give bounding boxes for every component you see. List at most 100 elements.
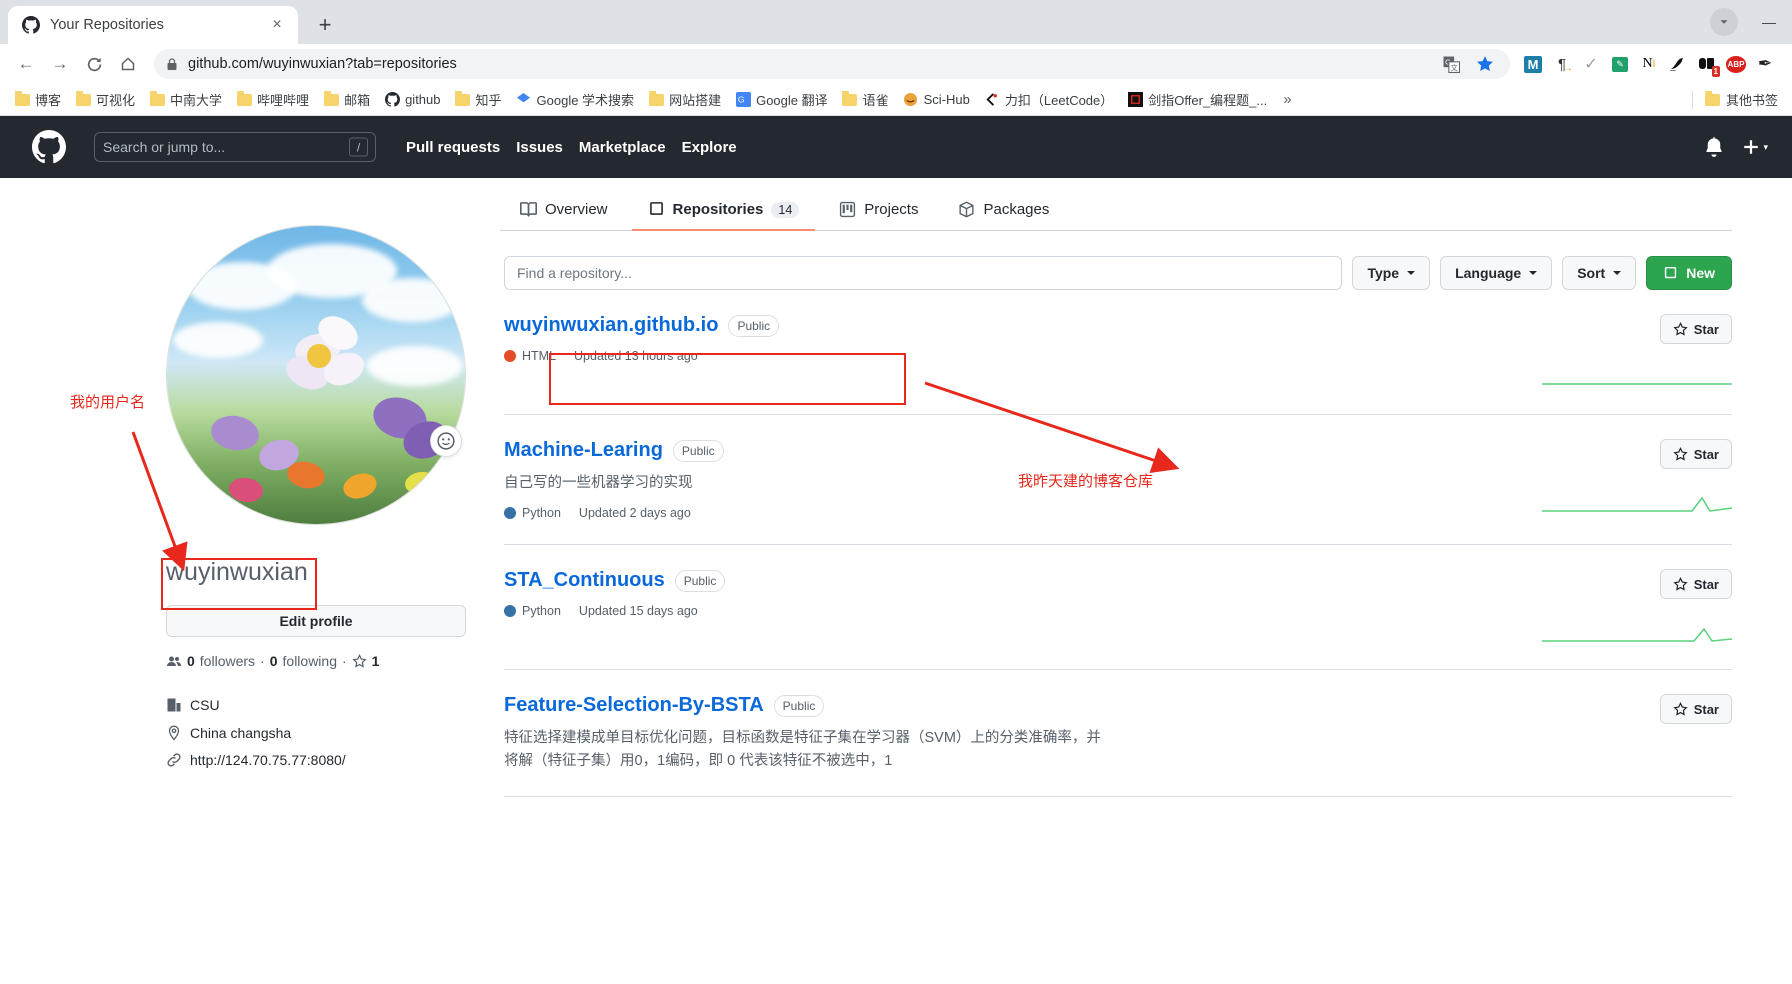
tab-packages[interactable]: Packages (942, 193, 1065, 231)
language-color-dot (504, 350, 516, 362)
bookmark-item[interactable]: 可视化 (69, 87, 141, 112)
tab-projects[interactable]: Projects (823, 193, 934, 231)
m-extension-icon[interactable]: M (1520, 51, 1546, 77)
find-repository-input[interactable]: Find a repository... (504, 256, 1343, 290)
bookmark-label: 中南大学 (170, 93, 223, 108)
star-button[interactable]: Star (1659, 694, 1732, 725)
plus-icon[interactable]: ▾ (1742, 138, 1768, 156)
following-label[interactable]: following (283, 653, 337, 669)
star-button[interactable]: Star (1659, 569, 1732, 600)
new-repository-button[interactable]: New (1646, 256, 1732, 290)
svg-text:G: G (737, 94, 744, 104)
repository-name-link[interactable]: wuyinwuxian.github.io (504, 314, 718, 337)
bookmark-item[interactable]: 邮箱 (317, 87, 376, 112)
nav-marketplace[interactable]: Marketplace (579, 139, 666, 156)
edit-profile-button[interactable]: Edit profile (166, 605, 466, 637)
bookmark-item[interactable]: 中南大学 (143, 87, 228, 112)
bookmark-item[interactable]: 网站搭建 (642, 87, 727, 112)
bookmark-item[interactable]: 剑指Offer_编程题_... (1121, 87, 1273, 112)
browser-tab[interactable]: Your Repositories × (8, 6, 298, 44)
nav-explore[interactable]: Explore (682, 139, 737, 156)
window-minimize-button[interactable]: — (1746, 0, 1792, 44)
forward-icon[interactable]: → (44, 48, 76, 80)
visibility-badge: Public (773, 694, 825, 717)
visibility-badge: Public (728, 314, 780, 337)
bookmark-star-icon[interactable] (1472, 51, 1498, 77)
google-scholar-icon (516, 92, 532, 108)
location-text: China changsha (190, 725, 292, 741)
new-tab-button[interactable]: + (308, 8, 342, 42)
translate-icon[interactable]: G文 (1438, 51, 1464, 77)
chevron-down-icon (1407, 271, 1416, 275)
repository-item: STA_Continuous Public Python Updated 15 … (504, 545, 1732, 671)
nav-issues[interactable]: Issues (516, 139, 563, 156)
language-label: Language (1455, 265, 1522, 281)
star-button[interactable]: Star (1659, 439, 1732, 469)
repository-item: Machine-Learing Public 自己写的一些机器学习的实现 Pyt… (504, 415, 1732, 546)
home-icon[interactable] (112, 48, 144, 80)
search-input[interactable]: Search or jump to... / (94, 132, 376, 162)
link-text[interactable]: http://124.70.75.77:8080/ (190, 752, 346, 768)
other-bookmarks-button[interactable]: 其他书签 (1699, 87, 1784, 112)
repo-icon (1665, 266, 1677, 278)
bell-icon[interactable] (1704, 137, 1724, 157)
address-bar[interactable]: github.com/wuyinwuxian?tab=repositories … (154, 49, 1510, 79)
bookmark-label: 知乎 (475, 93, 502, 108)
bookmark-item[interactable]: github (378, 89, 446, 111)
bookmark-item[interactable]: 知乎 (449, 87, 508, 112)
back-icon[interactable]: ← (10, 48, 42, 80)
adblock-plus-icon[interactable]: ABP (1723, 51, 1749, 77)
bookmark-item[interactable]: 博客 (8, 87, 67, 112)
repository-updated: Updated 15 days ago (578, 604, 698, 619)
reload-icon[interactable] (78, 48, 110, 80)
bookmark-item[interactable]: G Google 翻译 (729, 87, 834, 112)
bird-extension-icon[interactable] (1665, 51, 1691, 77)
set-status-emoji-button[interactable] (430, 425, 462, 457)
browser-profile-avatar[interactable] (1710, 8, 1738, 36)
bookmark-item[interactable]: 哔哩哔哩 (230, 87, 315, 112)
type-filter-button[interactable]: Type (1352, 256, 1431, 290)
repository-name-link[interactable]: Machine-Learing (504, 439, 663, 462)
repository-item: Feature-Selection-By-BSTA Public 特征选择建模成… (504, 670, 1732, 798)
header-right-actions: ▾ (1704, 137, 1776, 157)
tab-overview[interactable]: Overview (504, 193, 624, 231)
bookmark-item[interactable]: Sci-Hub (897, 89, 976, 111)
language-filter-button[interactable]: Language (1440, 256, 1553, 290)
bookmarks-bar: 博客 可视化 中南大学 哔哩哔哩 邮箱 github 知乎 Google 学术搜… (0, 84, 1792, 116)
pilcrow-extension-icon[interactable]: ¶ → (1549, 51, 1575, 77)
avatar[interactable] (166, 225, 466, 525)
leetcode-icon (984, 92, 1000, 108)
bookmark-item[interactable]: 语雀 (836, 87, 895, 112)
n-extension-icon[interactable]: NI (1636, 51, 1662, 77)
star-label: Star (1693, 321, 1719, 337)
star-icon (1673, 321, 1688, 336)
repository-item: wuyinwuxian.github.io Public HTML Update… (504, 290, 1732, 415)
repository-name-link[interactable]: STA_Continuous (504, 569, 665, 592)
star-button[interactable]: Star (1659, 314, 1732, 344)
url-text: github.com/wuyinwuxian?tab=repositories (188, 56, 457, 72)
checkmark-extension-icon[interactable]: ✓ (1578, 51, 1604, 77)
star-icon (1673, 701, 1688, 716)
repository-name-link[interactable]: Feature-Selection-By-BSTA (504, 694, 764, 717)
browser-chrome: Your Repositories × + — ← → github.com/w… (0, 0, 1792, 116)
bookmark-item[interactable]: Google 学术搜索 (510, 87, 641, 112)
bookmark-item[interactable]: 力扣（LeetCode） (978, 87, 1119, 112)
bookmarks-overflow-button[interactable]: » (1275, 91, 1299, 108)
feather-extension-icon[interactable]: ✒ (1752, 51, 1778, 77)
tab-repositories[interactable]: Repositories 14 (631, 193, 816, 231)
folder-icon (1705, 90, 1721, 108)
folder-icon (14, 90, 30, 108)
green-note-icon[interactable]: ✎ (1607, 51, 1633, 77)
sort-filter-button[interactable]: Sort (1562, 256, 1637, 290)
commit-sparkline (1542, 383, 1732, 385)
dark-extension-icon[interactable]: 1 (1694, 51, 1720, 77)
language-color-dot (504, 605, 516, 618)
followers-label[interactable]: followers (200, 653, 255, 669)
bookmark-label: 博客 (35, 93, 62, 108)
chevron-down-icon (1613, 271, 1622, 275)
profile-sidebar: wuyinwuxian Edit profile 0 followers · 0… (0, 178, 500, 797)
nav-pull-requests[interactable]: Pull requests (406, 139, 500, 156)
github-mark-icon[interactable] (32, 130, 66, 164)
page-body: wuyinwuxian Edit profile 0 followers · 0… (0, 178, 1792, 798)
close-icon[interactable]: × (266, 14, 288, 36)
